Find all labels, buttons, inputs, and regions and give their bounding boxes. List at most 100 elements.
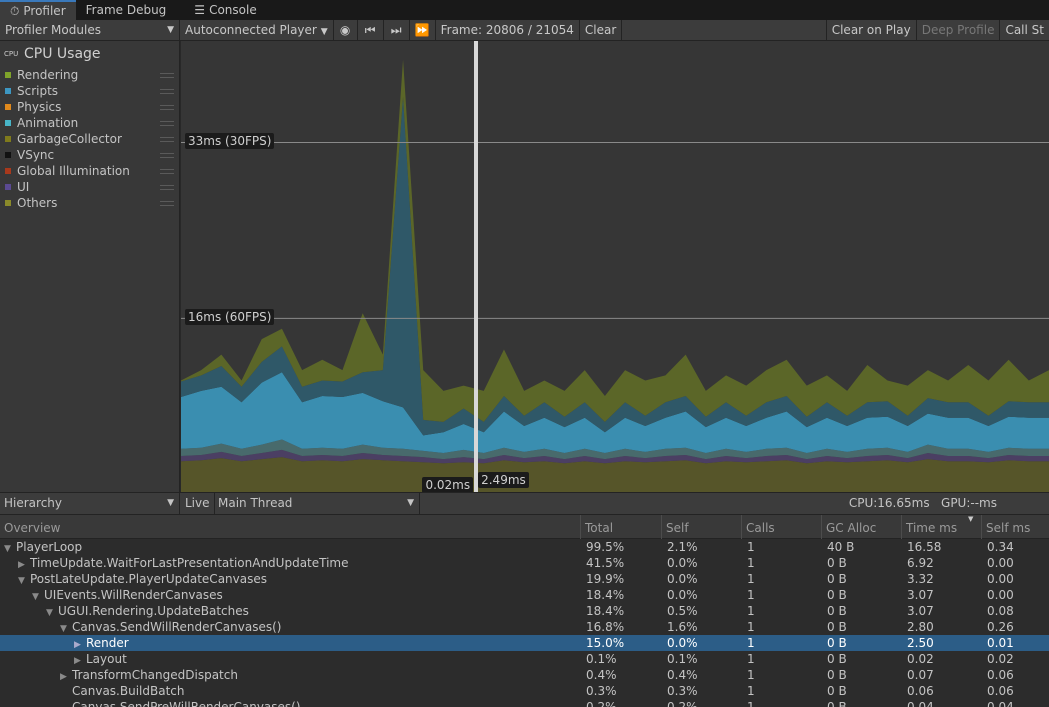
legend-label: Physics xyxy=(17,100,62,114)
cell-gc-alloc: 0 B xyxy=(827,652,847,666)
marker-label-16ms: 16ms (60FPS) xyxy=(185,309,275,326)
cell-self: 0.3% xyxy=(667,684,698,698)
legend-item-others[interactable]: Others xyxy=(0,195,179,211)
drag-handle-icon[interactable] xyxy=(160,72,174,78)
legend-item-scripts[interactable]: Scripts xyxy=(0,83,179,99)
column-header-total[interactable]: Total xyxy=(580,515,661,539)
clear-on-play-toggle[interactable]: Clear on Play xyxy=(825,20,917,40)
table-row[interactable]: ▼ UGUI.Rendering.UpdateBatches 18.4% 0.5% 1 0… xyxy=(0,603,1049,619)
player-dropdown[interactable]: Autoconnected Player ▼ xyxy=(180,20,334,40)
row-name: PostLateUpdate.PlayerUpdateCanvases xyxy=(30,572,267,586)
cpu-gpu-stats: CPU:16.65ms GPU:--ms xyxy=(848,496,997,510)
cell-self-ms: 0.02 xyxy=(987,652,1014,666)
thread-dropdown[interactable]: Main Thread ▼ xyxy=(214,493,420,514)
legend-item-rendering[interactable]: Rendering xyxy=(0,67,179,83)
row-name: UGUI.Rendering.UpdateBatches xyxy=(58,604,249,618)
record-icon: ◉ xyxy=(339,23,351,37)
tab-console[interactable]: ☰ Console xyxy=(184,0,266,20)
cell-time-ms: 2.80 xyxy=(907,620,934,634)
table-row[interactable]: ▶ TransformChangedDispatch 0.4% 0.4% 1 0 B 0.0… xyxy=(0,667,1049,683)
cpu-usage-chart[interactable]: 33ms (30FPS) 16ms (60FPS) 0.02ms 2.49ms xyxy=(181,41,1049,492)
cell-total: 18.4% xyxy=(586,604,625,618)
cell-calls: 1 xyxy=(747,668,755,682)
chevron-down-icon: ▼ xyxy=(407,498,414,508)
cell-calls: 1 xyxy=(747,540,755,554)
cell-self: 0.0% xyxy=(667,588,698,602)
column-header-calls[interactable]: Calls xyxy=(741,515,821,539)
cell-total: 0.4% xyxy=(586,668,617,682)
cell-time-ms: 0.07 xyxy=(907,668,934,682)
drag-handle-icon[interactable] xyxy=(160,184,174,190)
call-stacks-toggle[interactable]: Call St xyxy=(1000,20,1049,40)
tab-frame-debug[interactable]: Frame Debug xyxy=(76,0,177,20)
drag-handle-icon[interactable] xyxy=(160,120,174,126)
legend-item-physics[interactable]: Physics xyxy=(0,99,179,115)
table-row[interactable]: ▶ Render 15.0% 0.0% 1 0 B 2.50 0.01 xyxy=(0,635,1049,651)
cell-time-ms: 0.04 xyxy=(907,700,934,707)
table-row[interactable]: ▼ PostLateUpdate.PlayerUpdateCanvases 19.9… xyxy=(0,571,1049,587)
cell-self-ms: 0.01 xyxy=(987,636,1014,650)
table-row[interactable]: ▶ TimeUpdate.WaitForLastPresentationAndUp… xyxy=(0,555,1049,571)
deep-profile-toggle[interactable]: Deep Profile xyxy=(917,20,1001,40)
legend-item-vsync[interactable]: VSync xyxy=(0,147,179,163)
column-header-overview[interactable]: Overview xyxy=(0,515,580,539)
row-name: UIEvents.WillRenderCanvases xyxy=(44,588,223,602)
live-toggle[interactable]: Live xyxy=(181,493,215,514)
legend-swatch xyxy=(5,184,11,190)
profiler-toolbar: Profiler Modules ▼ Autoconnected Player ▼… xyxy=(0,20,1049,41)
legend-label: Global Illumination xyxy=(17,164,130,178)
drag-handle-icon[interactable] xyxy=(160,88,174,94)
drag-handle-icon[interactable] xyxy=(160,152,174,158)
cell-self-ms: 0.04 xyxy=(987,700,1014,707)
cell-total: 0.2% xyxy=(586,700,617,707)
cell-total: 15.0% xyxy=(586,636,625,650)
cell-self-ms: 0.08 xyxy=(987,604,1014,618)
record-button[interactable]: ◉ xyxy=(334,20,358,40)
next-frame-button[interactable]: ⏭ xyxy=(384,20,410,40)
cell-time-ms: 0.02 xyxy=(907,652,934,666)
current-frame-button[interactable]: ⏩ xyxy=(410,20,436,40)
cell-self: 0.2% xyxy=(667,700,698,707)
cell-calls: 1 xyxy=(747,620,755,634)
legend-item-animation[interactable]: Animation xyxy=(0,115,179,131)
column-header-self-ms[interactable]: Self ms xyxy=(981,515,1049,539)
column-header-gc-alloc[interactable]: GC Alloc xyxy=(821,515,901,539)
table-row[interactable]: ▶ Layout 0.1% 0.1% 1 0 B 0.02 0.02 xyxy=(0,651,1049,667)
table-row[interactable]: ▼ Canvas.SendWillRenderCanvases() 16.8% 1.6… xyxy=(0,619,1049,635)
drag-handle-icon[interactable] xyxy=(160,136,174,142)
first-frame-button[interactable]: ⏮ xyxy=(358,20,384,40)
legend-swatch xyxy=(5,120,11,126)
row-name: PlayerLoop xyxy=(16,540,83,554)
drag-handle-icon[interactable] xyxy=(160,168,174,174)
clear-button[interactable]: Clear xyxy=(578,20,623,40)
cell-total: 99.5% xyxy=(586,540,625,554)
chevron-down-icon: ▼ xyxy=(320,27,328,37)
column-header-self[interactable]: Self xyxy=(661,515,741,539)
cell-total: 16.8% xyxy=(586,620,625,634)
row-name: Canvas.BuildBatch xyxy=(72,684,185,698)
hierarchy-toolbar: Hierarchy ▼ Live Main Thread ▼ CPU:16.65ms… xyxy=(0,492,1049,515)
selected-frame-line[interactable] xyxy=(474,41,479,492)
legend-item-ui[interactable]: UI xyxy=(0,179,179,195)
drag-handle-icon[interactable] xyxy=(160,104,174,110)
chevron-down-icon: ▼ xyxy=(167,25,174,35)
table-row[interactable]: Canvas.BuildBatch 0.3% 0.3% 1 0 B 0.06 0.06 xyxy=(0,683,1049,699)
table-row[interactable]: ▼ PlayerLoop 99.5% 2.1% 1 40 B 16.58 0.34 xyxy=(0,539,1049,555)
view-dropdown[interactable]: Hierarchy ▼ xyxy=(0,493,180,514)
legend-swatch xyxy=(5,152,11,158)
legend-label: UI xyxy=(17,180,30,194)
legend-swatch xyxy=(5,168,11,174)
table-row[interactable]: ▼ UIEvents.WillRenderCanvases 18.4% 0.0% 1 0 … xyxy=(0,587,1049,603)
cpu-usage-module[interactable]: CPU CPU Usage xyxy=(0,41,179,67)
legend-item-garbagecollector[interactable]: GarbageCollector xyxy=(0,131,179,147)
row-name: Canvas.SendWillRenderCanvases() xyxy=(72,620,282,634)
cell-gc-alloc: 0 B xyxy=(827,556,847,570)
cell-calls: 1 xyxy=(747,636,755,650)
drag-handle-icon[interactable] xyxy=(160,200,174,206)
tab-profiler[interactable]: ⏱ Profiler xyxy=(0,0,76,20)
legend-item-global-illumination[interactable]: Global Illumination xyxy=(0,163,179,179)
cell-gc-alloc: 0 B xyxy=(827,636,847,650)
table-row[interactable]: Canvas.SendPreWillRenderCanvases() 0.2% 0.… xyxy=(0,699,1049,707)
profiler-modules-dropdown[interactable]: Profiler Modules ▼ xyxy=(0,20,180,40)
cell-self-ms: 0.00 xyxy=(987,556,1014,570)
